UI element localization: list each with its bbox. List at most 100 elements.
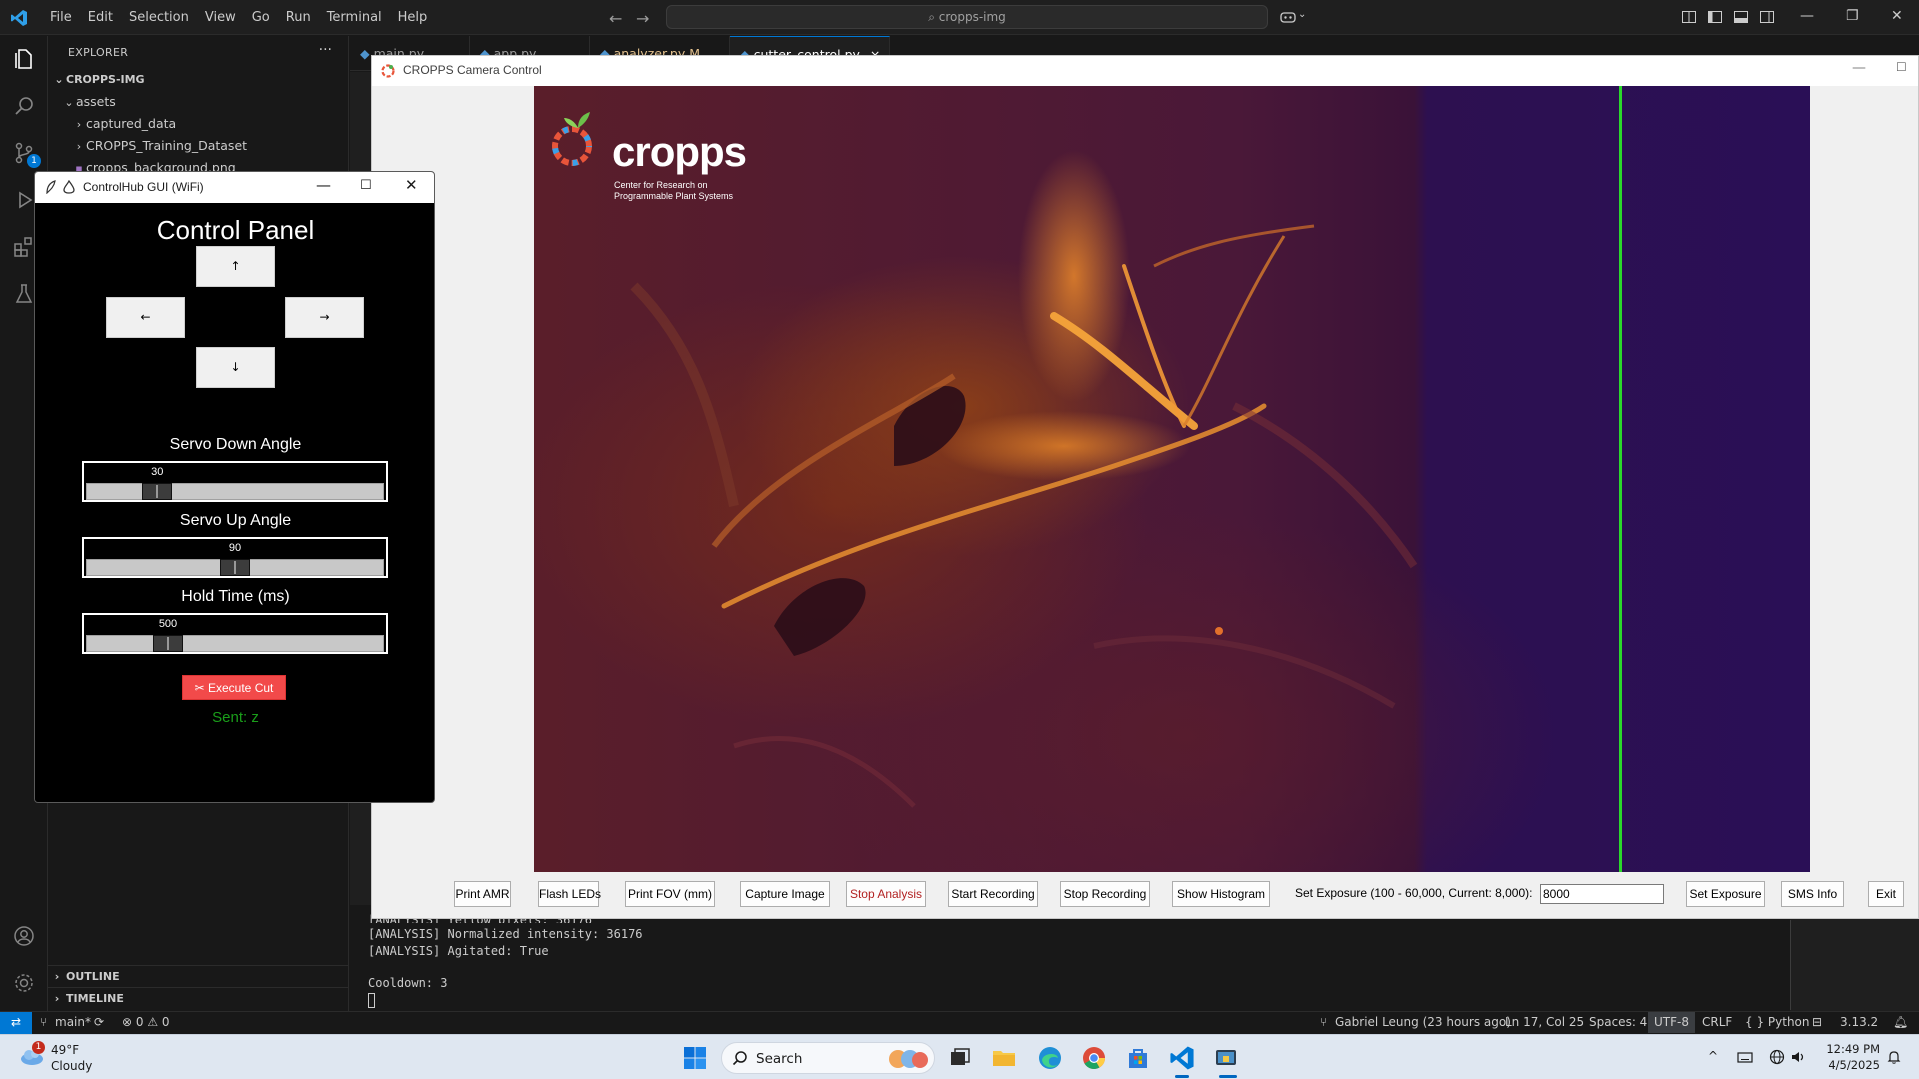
notifications-bell-icon[interactable]: 🔔︎ [1893,1012,1908,1033]
task-view-icon[interactable] [947,1045,973,1071]
move-left-button[interactable]: ← [106,297,185,338]
chevron-up-icon[interactable]: ^ [1708,1049,1724,1065]
status-position[interactable]: Ln 17, Col 25 [1505,1012,1584,1033]
camera-minimize-icon[interactable]: — [1852,60,1866,76]
status-spaces[interactable]: Spaces: 4 [1589,1012,1647,1033]
tree-file-background-png[interactable]: ▪ cropps_background.png [48,157,348,171]
notification-bell-icon[interactable] [1886,1049,1902,1065]
weather-temperature[interactable]: 49°F [51,1043,79,1057]
controlhub-titlebar[interactable]: ControlHub GUI (WiFi) — ☐ ✕ [35,172,434,203]
controlhub-close-icon[interactable]: ✕ [405,176,418,194]
menu-terminal[interactable]: Terminal [319,10,390,25]
status-encoding[interactable]: UTF-8 [1648,1012,1695,1033]
windows-start-icon[interactable] [683,1046,707,1070]
minimize-icon[interactable]: — [1800,8,1814,24]
chrome-browser-icon[interactable] [1081,1045,1107,1071]
hold-time-slider[interactable]: 500 [82,613,388,654]
print-fov-button[interactable]: Print FOV (mm) [625,881,715,907]
camera-window-titlebar[interactable]: CROPPS Camera Control — ☐ [372,56,1918,86]
run-debug-icon[interactable] [12,188,36,212]
menu-go[interactable]: Go [244,10,278,25]
set-exposure-button[interactable]: Set Exposure [1686,881,1765,907]
weather-condition[interactable]: Cloudy [51,1059,92,1073]
sync-icon[interactable]: ⟳ [94,1012,104,1033]
sms-info-button[interactable]: SMS Info [1781,881,1844,907]
exit-button[interactable]: Exit [1868,881,1904,907]
tree-folder-captured-data[interactable]: › captured_data [48,113,348,135]
settings-gear-icon[interactable] [12,971,36,995]
stop-recording-button[interactable]: Stop Recording [1060,881,1150,907]
flash-leds-button[interactable]: Flash LEDs [538,881,601,907]
status-eol[interactable]: CRLF [1702,1012,1732,1033]
slider-track[interactable] [86,635,384,652]
execute-cut-button[interactable]: ✂ Execute Cut [182,675,286,700]
print-amr-button[interactable]: Print AMR [454,881,511,907]
status-blame[interactable]: Gabriel Leung (23 hours ago) [1335,1012,1511,1033]
python-app-taskbar-icon[interactable] [1213,1045,1239,1071]
move-right-button[interactable]: → [285,297,364,338]
tree-folder-assets[interactable]: ⌄ assets [48,91,348,113]
explorer-files-icon[interactable] [12,47,36,71]
command-center-search[interactable]: ⌕ cropps-img [666,5,1268,29]
forward-arrow-icon[interactable]: → [636,9,649,28]
clock-time[interactable]: 12:49 PM [1826,1042,1880,1056]
taskbar-search-box[interactable]: Search [721,1042,935,1074]
toggle-secondary-sidebar-icon[interactable] [1759,9,1775,25]
explorer-more-actions-icon[interactable]: ··· [319,42,332,58]
volume-icon[interactable] [1790,1049,1806,1065]
copilot-dropdown-chevron-icon[interactable]: ⌄ [1298,9,1306,20]
file-explorer-icon[interactable] [991,1045,1017,1071]
close-icon[interactable]: ✕ [1891,8,1903,24]
camera-feed-image[interactable]: cropps Center for Research on Programmab… [534,86,1810,872]
menu-run[interactable]: Run [278,10,319,25]
restore-icon[interactable]: ❐ [1846,8,1859,24]
status-branch[interactable]: main* [55,1012,91,1033]
edge-browser-icon[interactable] [1037,1045,1063,1071]
copilot-icon[interactable] [1280,9,1296,25]
slider-thumb[interactable] [220,559,250,576]
stop-analysis-button[interactable]: Stop Analysis [846,881,926,907]
microsoft-store-icon[interactable] [1125,1045,1151,1071]
tree-folder-training-dataset[interactable]: › CROPPS_Training_Dataset [48,135,348,157]
move-down-button[interactable]: ↓ [196,347,275,388]
slider-thumb[interactable] [153,635,183,652]
capture-image-button[interactable]: Capture Image [740,881,830,907]
extensions-icon[interactable] [12,235,36,259]
show-histogram-button[interactable]: Show Histogram [1172,881,1270,907]
keyboard-icon[interactable] [1737,1049,1753,1065]
account-icon[interactable] [12,924,36,948]
toggle-panel-icon[interactable] [1733,9,1749,25]
status-problems[interactable]: ⊗ 0 ⚠ 0 [122,1012,170,1033]
search-icon[interactable] [12,94,36,118]
testing-flask-icon[interactable] [12,282,36,306]
customize-layout-icon[interactable] [1681,9,1697,25]
servo-down-angle-slider[interactable]: 30 [82,461,388,502]
controlhub-maximize-icon[interactable]: ☐ [360,178,372,193]
tree-root-cropps-img[interactable]: ⌄ CROPPS-IMG [48,69,348,91]
servo-up-angle-slider[interactable]: 90 [82,537,388,578]
terminal-panel[interactable]: [ANALYSIS] Yellow pixels: 36176 [ANALYSI… [350,905,1790,1011]
slider-thumb[interactable] [142,483,173,500]
menu-file[interactable]: File [42,10,80,25]
back-arrow-icon[interactable]: ← [609,9,622,28]
exposure-input[interactable]: 8000 [1540,884,1664,904]
move-up-button[interactable]: ↑ [196,246,275,287]
terminal-scrollbar[interactable] [1790,920,1791,1010]
menu-view[interactable]: View [197,10,244,25]
controlhub-minimize-icon[interactable]: — [316,176,331,194]
slider-track[interactable] [86,483,384,500]
start-recording-button[interactable]: Start Recording [948,881,1038,907]
network-globe-icon[interactable] [1769,1049,1785,1065]
remote-indicator-icon[interactable]: ⇄ [0,1012,32,1034]
vscode-taskbar-icon[interactable] [1169,1045,1195,1071]
camera-maximize-icon[interactable]: ☐ [1896,60,1907,74]
status-language[interactable]: { } Python [1745,1012,1810,1033]
clock-date[interactable]: 4/5/2025 [1820,1058,1880,1072]
menu-edit[interactable]: Edit [80,10,121,25]
toggle-primary-sidebar-icon[interactable] [1707,9,1723,25]
menu-help[interactable]: Help [390,10,436,25]
menu-selection[interactable]: Selection [121,10,197,25]
timeline-section[interactable]: › TIMELINE [48,987,348,1009]
outline-section[interactable]: › OUTLINE [48,965,348,987]
status-python-version[interactable]: 3.13.2 [1840,1012,1878,1033]
